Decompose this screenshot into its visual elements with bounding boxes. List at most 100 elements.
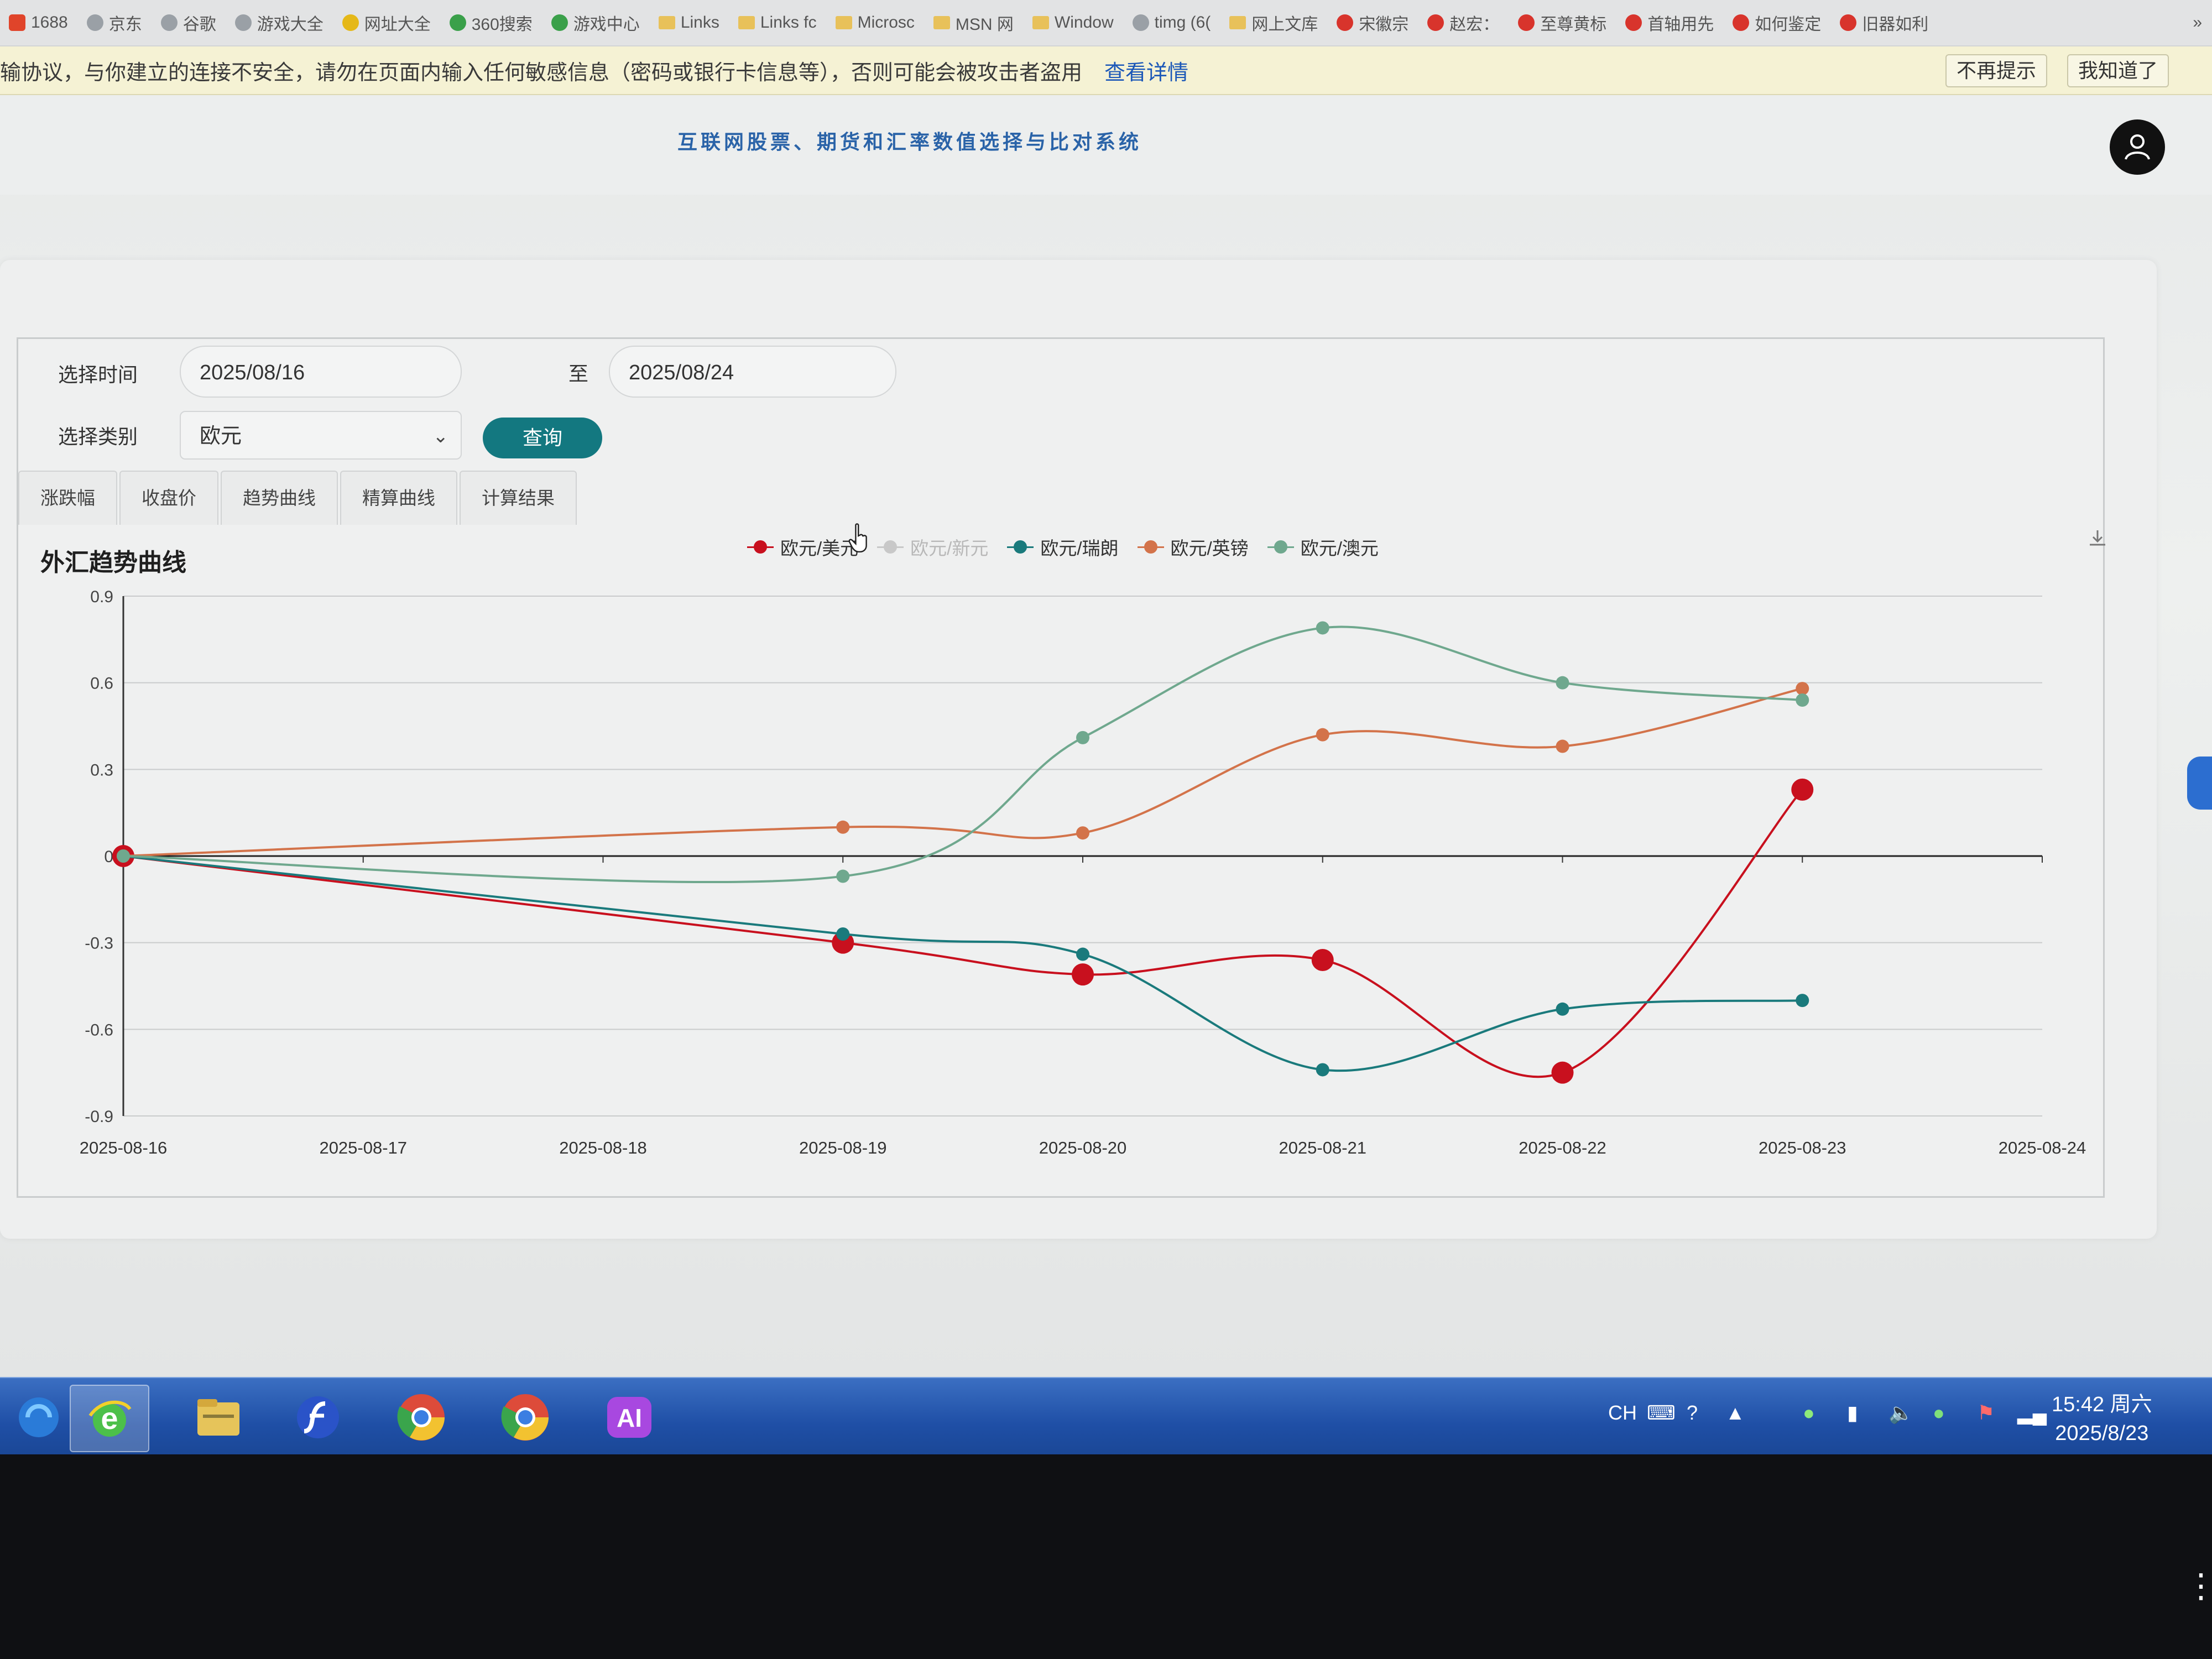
security-tray-icon[interactable]: ● (1803, 1401, 1815, 1425)
user-icon (2125, 134, 2150, 160)
bookmark-item[interactable]: 游戏大全 (226, 0, 333, 45)
folder-icon (738, 16, 755, 29)
x-tick-label: 2025-08-24 (1999, 1138, 2086, 1157)
show-hidden-icons-icon[interactable]: ▲ (1725, 1401, 1745, 1425)
app-header: 互联网股票、期货和汇率数值选择与比对系统 (0, 95, 2212, 195)
file-explorer-icon[interactable] (180, 1385, 257, 1450)
bookmark-item[interactable]: Window (1024, 0, 1124, 45)
data-point (117, 849, 130, 863)
clock[interactable]: 15:42 周六 2025/8/23 (2052, 1390, 2152, 1448)
data-point (1076, 731, 1089, 744)
bookmark-item[interactable]: 宋徽宗 (1328, 0, 1418, 45)
help-icon[interactable]: ? (1687, 1401, 1698, 1425)
bookmark-item[interactable]: 游戏中心 (542, 0, 650, 45)
bookmark-item[interactable]: 网上文库 (1220, 0, 1328, 45)
bookmark-label: Microsc (857, 13, 915, 32)
security-warning-bar: 输协议，与你建立的连接不安全，请勿在页面内输入任何敏感信息（密码或银行卡信息等）… (0, 46, 2212, 95)
x-tick-label: 2025-08-20 (1039, 1138, 1127, 1157)
y-tick-label: -0.3 (85, 935, 113, 953)
bookmark-label: 宋徽宗 (1359, 15, 1409, 34)
bookmark-item[interactable]: Links fc (729, 0, 827, 45)
weibo-icon (1733, 14, 1750, 31)
x-tick-label: 2025-08-18 (559, 1138, 647, 1157)
y-tick-label: -0.9 (85, 1108, 113, 1126)
bookmark-item[interactable]: 谷歌 (152, 0, 226, 45)
data-point (836, 820, 850, 834)
x-tick-label: 2025-08-16 (80, 1138, 168, 1157)
volume-icon[interactable]: 🔈 (1888, 1401, 1913, 1425)
signal-icon[interactable]: ▂▄ (2017, 1401, 2047, 1425)
user-avatar[interactable] (2110, 119, 2165, 175)
folder-icon (1032, 16, 1049, 29)
bookmark-label: 游戏大全 (257, 15, 324, 34)
bookmark-label: Links (680, 13, 719, 32)
data-point (1076, 947, 1089, 961)
dont-show-again-button[interactable]: 不再提示 (1945, 54, 2048, 87)
bookmark-item[interactable]: 至尊黄标 (1509, 0, 1616, 45)
site-icon (449, 14, 466, 31)
bookmark-label: 旧器如利 (1862, 15, 1929, 34)
bookmark-item[interactable]: 如何鉴定 (1724, 0, 1831, 45)
chrome-icon-2[interactable] (487, 1385, 564, 1450)
folder-icon (835, 16, 852, 29)
folder-icon (658, 16, 675, 29)
input-language[interactable]: CH (1608, 1401, 1637, 1425)
view-details-link[interactable]: 查看详情 (1104, 55, 1188, 86)
bookmarks-overflow-icon[interactable]: » (2184, 0, 2212, 45)
bookmark-label: 首轴用先 (1647, 15, 1714, 34)
bookmark-item[interactable]: 赵宏： (1418, 0, 1509, 45)
x-tick-label: 2025-08-23 (1759, 1138, 1846, 1157)
bookmark-item[interactable]: Links (650, 0, 729, 45)
data-point (1796, 682, 1809, 696)
bookmark-label: 京东 (108, 15, 142, 34)
data-point (1556, 676, 1569, 690)
data-point (1796, 693, 1809, 707)
bookmark-label: MSN 网 (955, 15, 1014, 34)
bookmark-label: Links fc (760, 13, 817, 32)
weibo-icon (1840, 14, 1857, 31)
more-options-icon[interactable]: ⋮ (2184, 1569, 2212, 1603)
battery-icon[interactable]: ▮ (1847, 1401, 1858, 1425)
x-tick-label: 2025-08-19 (799, 1138, 887, 1157)
flash-icon[interactable] (279, 1385, 357, 1450)
action-center-flag-icon[interactable]: ⚑ (1977, 1401, 1995, 1425)
bookmark-item[interactable]: MSN 网 (925, 0, 1024, 45)
series-line (123, 789, 1803, 1078)
y-tick-label: 0.3 (90, 761, 113, 779)
weibo-icon (1427, 14, 1444, 31)
bookmark-item[interactable]: timg (6( (1124, 0, 1221, 45)
x-tick-label: 2025-08-21 (1279, 1138, 1366, 1157)
bookmark-item[interactable]: 360搜索 (441, 0, 542, 45)
svg-text:AI: AI (617, 1404, 642, 1432)
chart-plot: 0.9 0.6 0.3 0 -0.3 -0.6 -0.9 2025-08-16 2025-08-… (80, 588, 2086, 1157)
monitor-bezel (0, 1455, 2212, 1659)
chrome-icon[interactable] (383, 1385, 460, 1450)
query-panel: 选择时间 2025/08/16 至 2025/08/24 选择类别 欧元 ⌄ 查… (17, 337, 2105, 1198)
bookmark-item[interactable]: 京东 (78, 0, 152, 45)
data-point (1551, 1061, 1574, 1084)
data-point (1556, 1002, 1569, 1016)
y-tick-label: 0.6 (90, 675, 113, 693)
bookmark-item[interactable]: 首轴用先 (1616, 0, 1724, 45)
data-point (1311, 949, 1334, 971)
data-point (1556, 739, 1569, 753)
bookmark-item[interactable]: 1688 (0, 0, 78, 45)
start-button[interactable] (0, 1385, 77, 1450)
bookmarks-bar: 1688 京东 谷歌 游戏大全 网址大全 360搜索 游戏中心 Links Links fc Mi… (0, 0, 2212, 46)
ai-app-icon[interactable]: AI (591, 1385, 668, 1450)
bookmark-item[interactable]: Microsc (827, 0, 925, 45)
clock-date: 2025/8/23 (2055, 1422, 2149, 1445)
bookmark-item[interactable]: 旧器如利 (1831, 0, 1938, 45)
side-float-tab[interactable] (2187, 757, 2212, 810)
site-icon (342, 14, 359, 31)
data-point (1316, 1063, 1329, 1077)
bookmark-item[interactable]: 网址大全 (333, 0, 441, 45)
bookmark-label: 赵宏： (1449, 15, 1500, 34)
hand-cursor-icon (848, 523, 867, 552)
bookmark-label: 360搜索 (471, 15, 533, 34)
network-tray-icon[interactable]: ● (1933, 1401, 1945, 1425)
ie-icon[interactable]: e (70, 1385, 149, 1452)
got-it-button[interactable]: 我知道了 (2067, 54, 2169, 87)
series-line (123, 855, 1803, 1072)
keyboard-icon[interactable]: ⌨ (1647, 1401, 1676, 1425)
